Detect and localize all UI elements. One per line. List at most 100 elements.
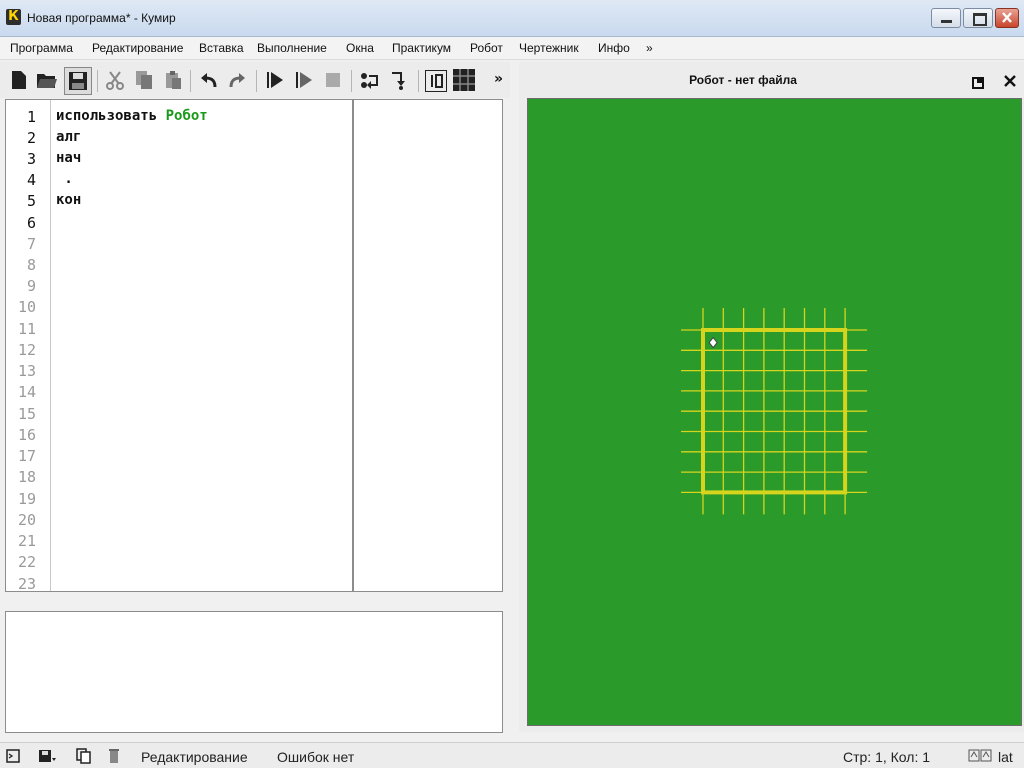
line-number: 19: [17, 490, 36, 508]
output-console[interactable]: [5, 611, 503, 733]
line-number: 21: [17, 532, 36, 550]
line-number: 12: [17, 341, 36, 359]
copy-icon: [136, 71, 152, 89]
menu-run[interactable]: Выполнение: [257, 41, 327, 55]
maximize-button[interactable]: [963, 8, 993, 28]
menu-bar: Программа Редактирование Вставка Выполне…: [0, 37, 1024, 60]
undo-icon: [201, 73, 217, 88]
code-editor[interactable]: 1 2 3 4 5 6 7 8 9 10 11 12 13 14 15 16 1…: [5, 99, 503, 592]
menu-edit[interactable]: Редактирование: [92, 41, 183, 55]
keyboard-layout-icon: [968, 749, 992, 762]
variables-button[interactable]: [425, 70, 447, 92]
step-run-button[interactable]: [293, 69, 315, 91]
copy-button[interactable]: [133, 69, 155, 91]
step-out-icon: [392, 72, 405, 90]
redo-icon: [229, 73, 245, 88]
menu-robot[interactable]: Робот: [470, 41, 503, 55]
close-icon: [1004, 75, 1016, 87]
margin-divider[interactable]: [352, 100, 354, 591]
step-out-button[interactable]: [388, 69, 410, 91]
app-logo-icon: К: [6, 9, 21, 25]
line-number: 9: [26, 277, 36, 295]
code-line-5: кон: [56, 192, 82, 208]
robot-panel-title: Робот - нет файла: [689, 73, 797, 87]
robot-field[interactable]: [527, 98, 1022, 726]
menu-windows[interactable]: Окна: [346, 41, 374, 55]
menu-info[interactable]: Инфо: [598, 41, 630, 55]
menu-practicum[interactable]: Практикум: [392, 41, 451, 55]
cut-icon: [106, 71, 124, 90]
status-mode: Редактирование: [141, 749, 248, 765]
minimize-button[interactable]: [931, 8, 961, 28]
open-button[interactable]: [36, 69, 58, 91]
step-into-button[interactable]: [359, 69, 381, 91]
step-into-icon: [361, 73, 378, 89]
maximize-icon: [973, 13, 987, 26]
keyword-use: использовать: [56, 108, 158, 124]
clear-console-icon[interactable]: [108, 748, 120, 764]
undo-button[interactable]: [198, 69, 220, 91]
line-number: 11: [17, 320, 36, 338]
code-line-4: .: [56, 171, 73, 187]
code-line-1: использовать Робот: [56, 108, 208, 124]
status-errors: Ошибок нет: [277, 749, 355, 765]
status-bar: Редактирование Ошибок нет Стр: 1, Кол: 1…: [0, 742, 1024, 768]
line-number: 14: [17, 383, 36, 401]
copy-console-icon[interactable]: [76, 748, 94, 764]
title-bar: К Новая программа* - Кумир: [0, 0, 1024, 37]
status-keyboard-layout[interactable]: lat: [998, 749, 1013, 765]
close-button[interactable]: [995, 8, 1019, 28]
redo-button[interactable]: [226, 69, 248, 91]
toolbar-overflow-button[interactable]: »: [494, 71, 503, 87]
line-number: 13: [17, 362, 36, 380]
new-file-icon: [12, 71, 26, 89]
panel-close-button[interactable]: [1003, 73, 1017, 87]
step-run-icon: [296, 72, 312, 88]
line-number: 18: [17, 468, 36, 486]
paste-button[interactable]: [162, 69, 184, 91]
grid-view-icon: [453, 69, 475, 91]
line-number: 17: [17, 447, 36, 465]
save-console-icon[interactable]: [38, 749, 56, 763]
line-number: 16: [17, 426, 36, 444]
robot-icon: [708, 336, 718, 349]
undock-icon: [972, 77, 984, 89]
menu-drawer[interactable]: Чертежник: [519, 41, 579, 55]
line-number: 2: [26, 129, 36, 147]
line-number: 8: [26, 256, 36, 274]
menu-insert[interactable]: Вставка: [199, 41, 244, 55]
save-button[interactable]: [64, 67, 92, 95]
minimize-icon: [941, 20, 952, 23]
cut-button[interactable]: [104, 69, 126, 91]
grid-view-button[interactable]: [453, 69, 475, 91]
robot-grid[interactable]: [528, 99, 1021, 725]
line-number: 20: [17, 511, 36, 529]
terminal-icon[interactable]: [6, 749, 20, 763]
line-number: 1: [26, 108, 36, 126]
save-icon: [69, 72, 87, 90]
line-number: 10: [17, 298, 36, 316]
stop-button[interactable]: [322, 69, 344, 91]
line-number: 15: [17, 405, 36, 423]
line-number: 3: [26, 150, 36, 168]
robot-panel: Робот - нет файла: [519, 62, 1024, 732]
undock-button[interactable]: [972, 74, 984, 89]
run-button[interactable]: [264, 69, 286, 91]
new-file-button[interactable]: [8, 69, 30, 91]
window-title: Новая программа* - Кумир: [27, 11, 176, 25]
paste-icon: [166, 71, 181, 89]
module-name: Робот: [165, 108, 208, 124]
line-number: 6: [26, 214, 36, 232]
line-number: 23: [17, 575, 36, 592]
menu-program[interactable]: Программа: [10, 41, 73, 55]
run-icon: [267, 72, 283, 88]
open-folder-icon: [37, 74, 57, 88]
code-line-3: нач: [56, 150, 82, 166]
stop-icon: [326, 73, 340, 87]
toolbar: »: [0, 62, 510, 98]
line-number-gutter: 1 2 3 4 5 6 7 8 9 10 11 12 13 14 15 16 1…: [6, 100, 51, 591]
line-number: 22: [17, 553, 36, 571]
line-number: 4: [26, 171, 36, 189]
code-line-2: алг: [56, 129, 82, 145]
menu-overflow[interactable]: »: [646, 41, 653, 55]
